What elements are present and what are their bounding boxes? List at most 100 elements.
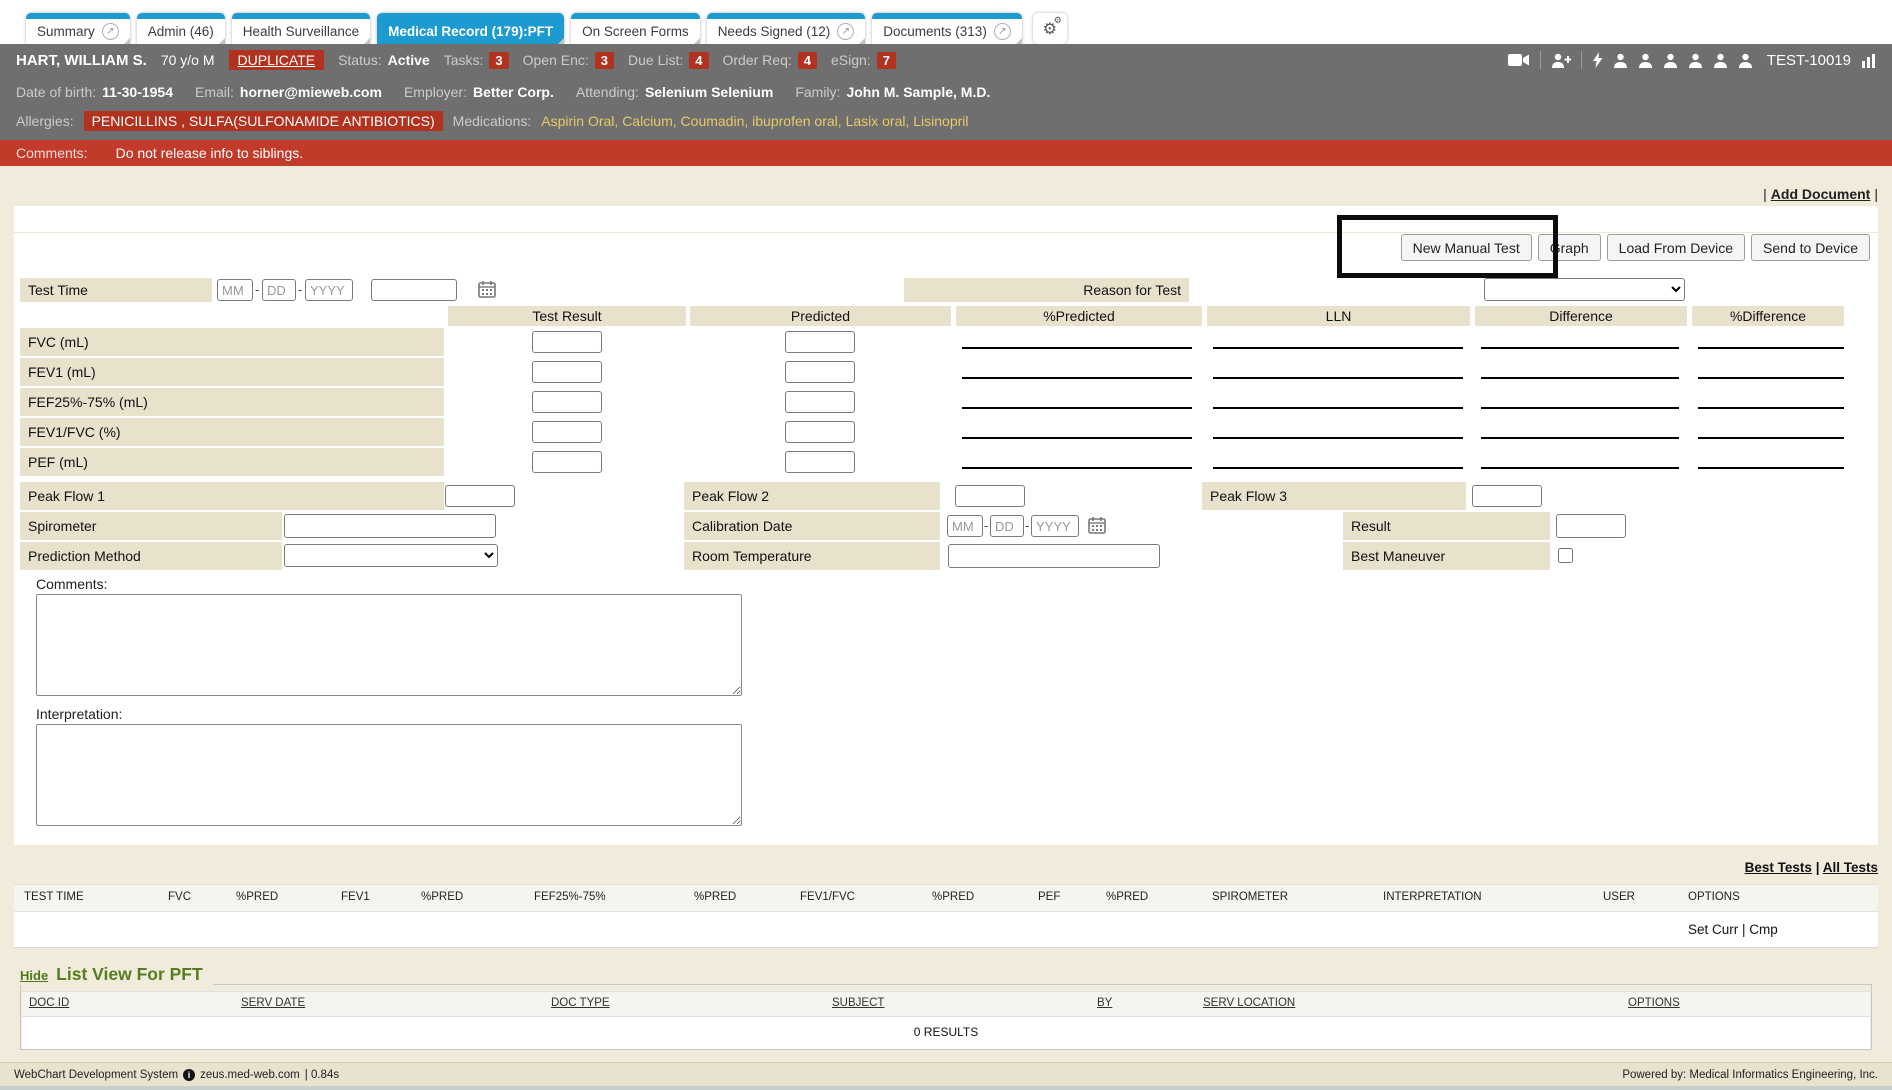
- reason-for-test-select[interactable]: [1484, 278, 1685, 301]
- calendar-icon[interactable]: [478, 280, 496, 298]
- add-person-icon[interactable]: [1551, 53, 1571, 68]
- hide-link[interactable]: Hide: [20, 968, 48, 983]
- due-list-label: Due List:: [628, 52, 683, 68]
- test-time-month-input[interactable]: [217, 279, 253, 301]
- tab-summary[interactable]: Summary ↗: [26, 13, 130, 44]
- interpretation-textarea[interactable]: [36, 724, 742, 826]
- person-icon: [1688, 53, 1703, 68]
- test-time-time-input[interactable]: [371, 279, 457, 301]
- calibration-year-input[interactable]: [1031, 515, 1079, 537]
- popout-icon[interactable]: ↗: [994, 23, 1011, 40]
- tab-documents-label: Documents (313): [883, 24, 987, 39]
- best-maneuver-label: Best Maneuver: [1343, 542, 1550, 570]
- add-document-link[interactable]: Add Document: [1771, 186, 1871, 202]
- comments-textarea[interactable]: [36, 594, 742, 696]
- demographics-line: Date of birth:11-30-1954 Email:horner@mi…: [16, 76, 990, 108]
- fef-predicted-input[interactable]: [785, 391, 855, 413]
- calendar-icon[interactable]: [1088, 516, 1106, 534]
- fev1-predicted-input[interactable]: [785, 361, 855, 383]
- doc-col-serv-location[interactable]: SERV LOCATION: [1203, 997, 1295, 1009]
- fev1fvc-test-result-input[interactable]: [532, 421, 602, 443]
- pef-predicted-input[interactable]: [785, 451, 855, 473]
- open-enc-count-badge[interactable]: 3: [595, 52, 614, 69]
- doc-col-doc-id[interactable]: DOC ID: [29, 997, 69, 1009]
- medication-link[interactable]: Lisinopril: [913, 113, 968, 129]
- date-dash: -: [298, 282, 302, 297]
- all-tests-link[interactable]: All Tests: [1823, 860, 1878, 875]
- comments-banner-label: Comments:: [16, 145, 88, 161]
- tab-on-screen-forms[interactable]: On Screen Forms: [571, 13, 700, 44]
- tab-admin[interactable]: Admin (46): [137, 13, 225, 44]
- allergies-badge[interactable]: PENICILLINS , SULFA(SULFONAMIDE ANTIBIOT…: [84, 111, 443, 131]
- col-pct-difference: %Difference: [1692, 306, 1844, 326]
- set-curr-cmp-links[interactable]: Set Curr | Cmp: [1688, 922, 1778, 937]
- medication-link[interactable]: Calcium: [622, 113, 680, 129]
- popout-icon[interactable]: ↗: [837, 23, 854, 40]
- fev1fvc-predicted-input[interactable]: [785, 421, 855, 443]
- tab-documents[interactable]: Documents (313) ↗: [872, 13, 1022, 44]
- test-time-day-input[interactable]: [262, 279, 296, 301]
- medication-link[interactable]: Coumadin: [681, 113, 753, 129]
- esign-count-badge[interactable]: 7: [877, 52, 896, 69]
- fvc-test-result-input[interactable]: [532, 331, 602, 353]
- doc-col-subject[interactable]: SUBJECT: [832, 997, 884, 1009]
- doc-col-by[interactable]: BY: [1097, 997, 1112, 1009]
- res-col-fev1fvc: FEV1/FVC: [800, 891, 855, 903]
- medication-link[interactable]: Aspirin Oral: [541, 113, 622, 129]
- doc-col-options[interactable]: OPTIONS: [1628, 997, 1680, 1009]
- calibration-day-input[interactable]: [990, 515, 1024, 537]
- tasks-count-badge[interactable]: 3: [489, 52, 508, 69]
- dob-label: Date of birth:: [16, 84, 96, 100]
- medication-link[interactable]: Lasix oral: [846, 113, 914, 129]
- peak-flow-1-input[interactable]: [445, 485, 515, 507]
- bar-chart-icon[interactable]: [1861, 53, 1878, 68]
- separator: |: [1816, 860, 1820, 875]
- row-label-fvc: FVC (mL): [20, 328, 444, 356]
- settings-gears-icon[interactable]: ⚙ ⚙: [1033, 13, 1067, 44]
- calibration-month-input[interactable]: [947, 515, 983, 537]
- test-time-year-input[interactable]: [305, 279, 353, 301]
- fev1-test-result-input[interactable]: [532, 361, 602, 383]
- email-value[interactable]: horner@mieweb.com: [240, 84, 382, 100]
- result-input[interactable]: [1556, 514, 1626, 538]
- send-to-device-button[interactable]: Send to Device: [1751, 234, 1870, 261]
- pef-test-result-input[interactable]: [532, 451, 602, 473]
- tab-medical-record[interactable]: Medical Record (179):PFT: [377, 13, 564, 44]
- due-list-count-badge[interactable]: 4: [689, 52, 708, 69]
- document-list-header-row: DOC ID SERV DATE DOC TYPE SUBJECT BY SER…: [22, 991, 1870, 1017]
- date-dash: -: [1025, 518, 1029, 533]
- popout-icon[interactable]: ↗: [102, 23, 119, 40]
- patient-summary-line: HART, WILLIAM S. 70 y/o M DUPLICATE Stat…: [16, 44, 896, 76]
- load-from-device-button[interactable]: Load From Device: [1607, 234, 1745, 261]
- new-manual-test-button[interactable]: New Manual Test: [1401, 234, 1532, 261]
- medications-list: Aspirin OralCalciumCoumadinibuprofen ora…: [541, 113, 968, 129]
- fef-test-result-input[interactable]: [532, 391, 602, 413]
- graph-button[interactable]: Graph: [1538, 234, 1601, 261]
- spirometer-input[interactable]: [284, 514, 496, 538]
- doc-col-serv-date[interactable]: SERV DATE: [241, 997, 305, 1009]
- order-req-count-badge[interactable]: 4: [798, 52, 817, 69]
- peak-flow-2-input[interactable]: [955, 485, 1025, 507]
- peak-flow-3-input[interactable]: [1472, 485, 1542, 507]
- lightning-bolt-icon[interactable]: [1592, 52, 1603, 68]
- doc-col-doc-type[interactable]: DOC TYPE: [551, 997, 610, 1009]
- fef-pct-difference-value: [1698, 407, 1844, 409]
- best-maneuver-checkbox[interactable]: [1558, 548, 1573, 563]
- fvc-pct-predicted-value: [962, 347, 1192, 349]
- fvc-predicted-input[interactable]: [785, 331, 855, 353]
- duplicate-badge[interactable]: DUPLICATE: [229, 50, 325, 70]
- tasks-label: Tasks:: [444, 52, 484, 68]
- medication-link[interactable]: ibuprofen oral: [752, 113, 845, 129]
- best-tests-link[interactable]: Best Tests: [1745, 860, 1812, 875]
- info-icon[interactable]: i: [183, 1069, 195, 1081]
- tab-on-screen-forms-label: On Screen Forms: [582, 24, 689, 39]
- prediction-method-select[interactable]: [284, 544, 498, 567]
- status-label: Status:: [338, 52, 382, 68]
- family-label: Family:: [795, 84, 840, 100]
- tab-health-surveillance[interactable]: Health Surveillance: [232, 13, 370, 44]
- tab-needs-signed[interactable]: Needs Signed (12) ↗: [707, 13, 866, 44]
- footer-load-time: | 0.84s: [305, 1069, 339, 1081]
- video-camera-icon[interactable]: [1508, 53, 1530, 67]
- pft-screen: Summary ↗ Admin (46) Health Surveillance…: [0, 0, 1892, 1090]
- room-temperature-input[interactable]: [948, 544, 1160, 568]
